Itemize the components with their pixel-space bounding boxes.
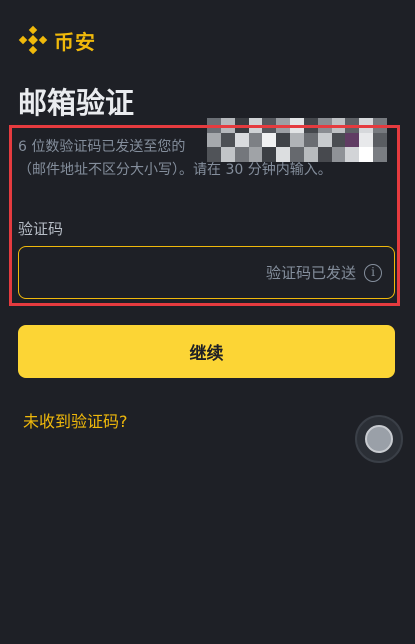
- page-title: 邮箱验证: [18, 86, 135, 120]
- continue-button[interactable]: 继续: [18, 325, 395, 378]
- email-verification-page: 币安 邮箱验证 6 位数验证码已发送至您的 （邮件地址不区分大小写）。请在 30…: [0, 0, 415, 644]
- brand-logo: 币安: [18, 24, 96, 56]
- brand-name: 币安: [54, 29, 96, 54]
- floating-assistive-button[interactable]: [355, 415, 403, 463]
- binance-logo-icon: [18, 25, 48, 55]
- highlight-annotation-box: [9, 125, 400, 306]
- assistive-touch-icon: [365, 425, 393, 453]
- resend-code-link[interactable]: 未收到验证码?: [23, 410, 128, 434]
